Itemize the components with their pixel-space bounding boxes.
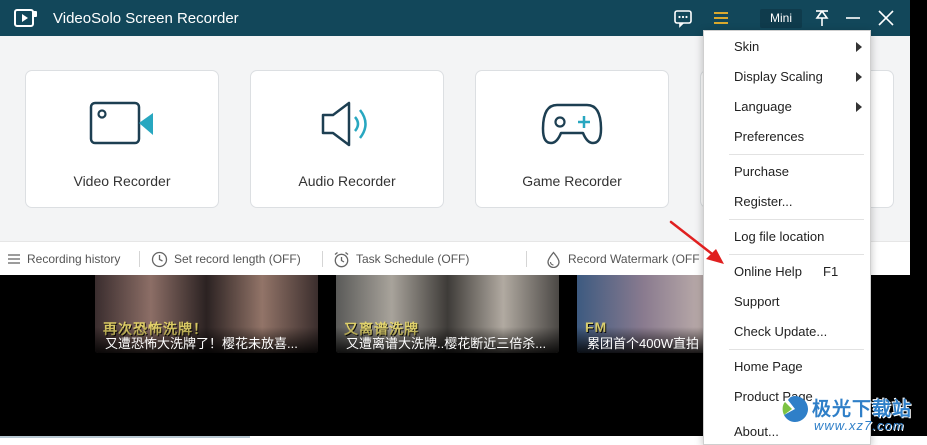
mini-mode-button[interactable]: Mini — [760, 9, 802, 28]
video-recorder-card[interactable]: Video Recorder — [25, 70, 219, 208]
task-schedule-button[interactable]: Task Schedule (OFF) — [333, 242, 469, 276]
task-schedule-label: Task Schedule (OFF) — [356, 252, 470, 266]
alarm-clock-icon — [334, 251, 349, 267]
menu-item-label: Online Help — [734, 264, 802, 279]
menu-item-label: Check Update... — [734, 324, 828, 339]
toolbar-divider — [526, 251, 527, 267]
video-caption: 又遭恐怖大洗牌了！樱花未放喜... — [95, 327, 318, 353]
minimize-icon[interactable] — [843, 8, 863, 28]
menu-item-label: Display Scaling — [734, 69, 823, 84]
menu-item-language[interactable]: Language — [704, 94, 870, 120]
menu-separator — [729, 219, 864, 220]
menu-item-label: About... — [734, 424, 779, 439]
submenu-arrow-icon — [856, 72, 862, 82]
menu-item-label: Register... — [734, 194, 793, 209]
game-recorder-card[interactable]: Game Recorder — [475, 70, 669, 208]
menu-item-check-update[interactable]: Check Update... — [704, 319, 870, 345]
set-record-length-button[interactable]: Set record length (OFF) — [151, 242, 301, 276]
site-watermark: 极光下载站 www.xz7.com — [780, 392, 927, 442]
menu-item-log-file-location[interactable]: Log file location — [704, 224, 870, 250]
watermark-url: www.xz7.com — [814, 418, 905, 433]
menu-item-label: Support — [734, 294, 780, 309]
menu-item-register[interactable]: Register... — [704, 189, 870, 215]
menu-item-label: Purchase — [734, 164, 789, 179]
video-caption: 又遭离谱大洗牌..樱花断近三倍杀... — [336, 327, 559, 353]
watermark-title: 极光下载站 — [812, 399, 913, 420]
recording-history-button[interactable]: Recording history — [7, 242, 120, 276]
menu-item-display-scaling[interactable]: Display Scaling — [704, 64, 870, 90]
menu-item-label: Language — [734, 99, 792, 114]
menu-item-preferences[interactable]: Preferences — [704, 124, 870, 150]
menu-separator — [729, 254, 864, 255]
pin-icon[interactable] — [812, 8, 832, 28]
audio-recorder-card[interactable]: Audio Recorder — [250, 70, 444, 208]
menu-item-support[interactable]: Support — [704, 289, 870, 315]
menu-item-label: Preferences — [734, 129, 805, 144]
settings-dropdown-menu: Skin Display Scaling Language Preference… — [703, 30, 871, 445]
speaker-icon — [321, 101, 367, 147]
close-icon[interactable] — [876, 8, 896, 28]
clock-icon — [151, 251, 168, 267]
menu-item-label: Skin — [734, 39, 760, 54]
video-thumbnail[interactable]: 再次恐怖洗牌！ 又遭恐怖大洗牌了！樱花未放喜... — [95, 275, 318, 353]
set-record-length-label: Set record length (OFF) — [174, 252, 301, 266]
list-icon — [8, 254, 20, 264]
app-title: VideoSolo Screen Recorder — [53, 10, 239, 27]
toolbar-divider — [139, 251, 140, 267]
menu-item-home-page[interactable]: Home Page — [704, 354, 870, 380]
video-camera-icon — [89, 101, 153, 145]
watermark-logo-icon — [782, 396, 808, 422]
gamepad-icon — [541, 103, 603, 145]
audio-recorder-label: Audio Recorder — [298, 173, 396, 189]
game-recorder-label: Game Recorder — [522, 173, 622, 189]
feedback-icon[interactable] — [673, 8, 693, 28]
menu-separator — [729, 154, 864, 155]
menu-item-skin[interactable]: Skin — [704, 34, 870, 60]
water-drop-icon — [547, 250, 560, 268]
red-arrow-annotation-icon — [669, 220, 724, 264]
toolbar-divider — [322, 251, 323, 267]
video-recorder-label: Video Recorder — [73, 173, 171, 189]
submenu-arrow-icon — [856, 42, 862, 52]
menu-item-label: Home Page — [734, 359, 803, 374]
submenu-arrow-icon — [856, 102, 862, 112]
menu-item-label: Log file location — [734, 229, 825, 244]
video-thumbnail[interactable]: 又离谱洗牌 又遭离谱大洗牌..樱花断近三倍杀... — [336, 275, 559, 353]
menu-item-online-help[interactable]: Online Help F1 — [704, 259, 870, 285]
menu-separator — [729, 349, 864, 350]
shortcut-label: F1 — [823, 264, 839, 279]
recording-history-label: Recording history — [27, 252, 121, 266]
menu-item-purchase[interactable]: Purchase — [704, 159, 870, 185]
app-logo-icon — [14, 9, 37, 27]
menu-hamburger-icon[interactable] — [711, 8, 731, 28]
